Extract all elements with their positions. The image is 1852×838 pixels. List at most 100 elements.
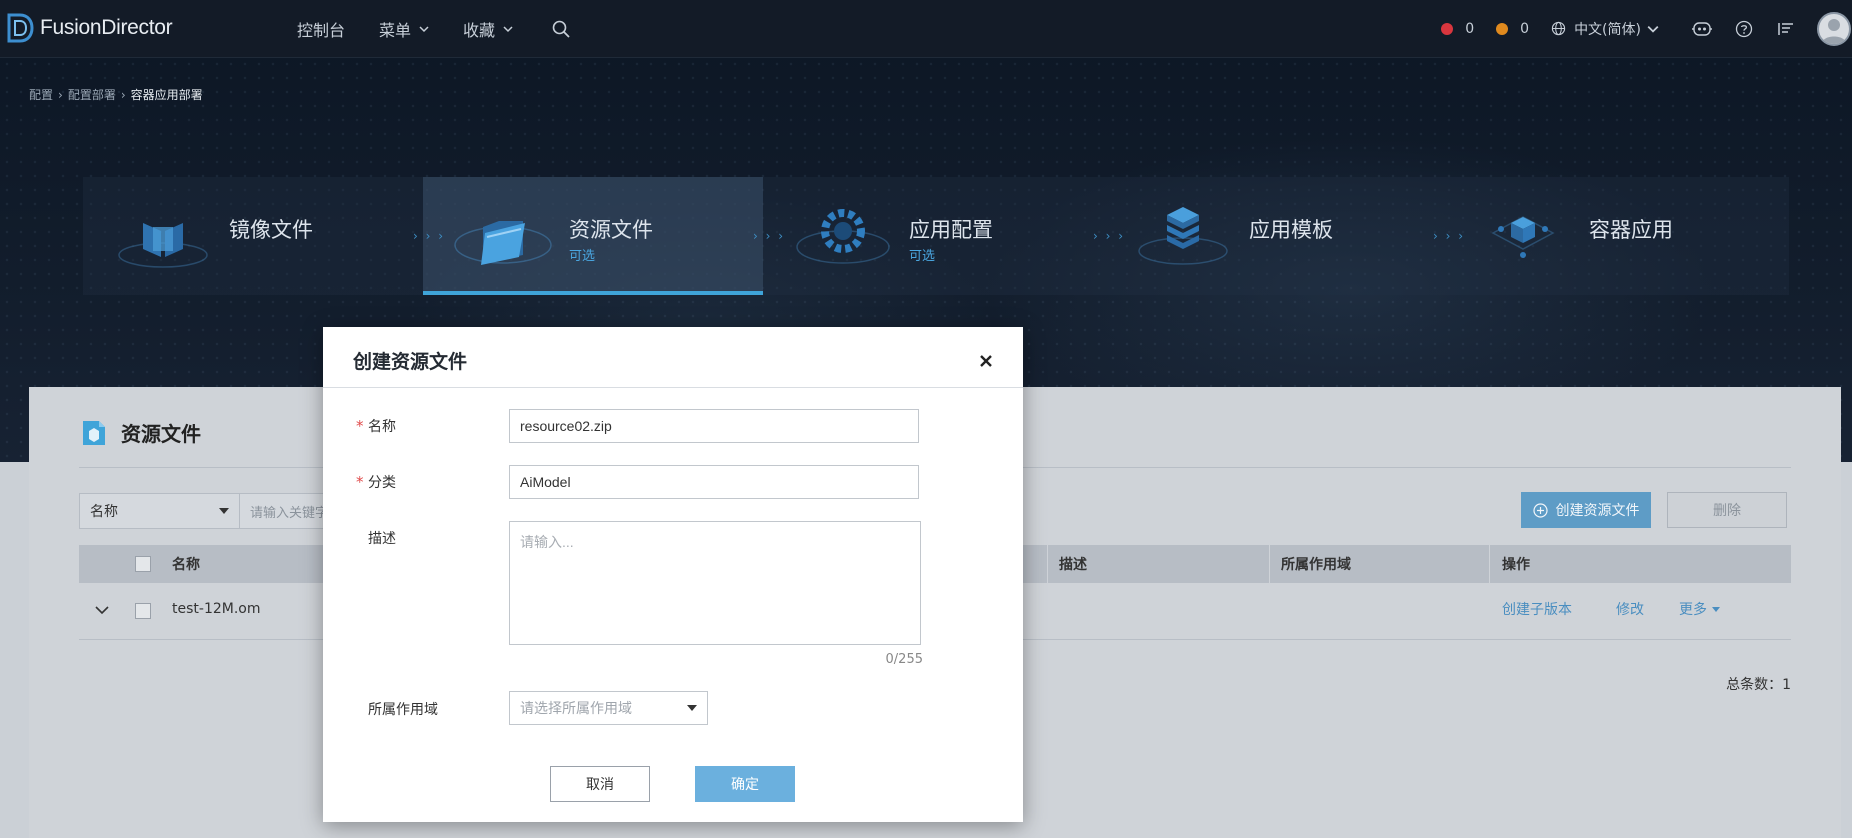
app-name: FusionDirector [40,16,173,39]
fusiondirector-logo-icon [7,13,34,43]
chevron-down-icon [1647,25,1659,33]
step-title: 镜像文件 [229,218,313,242]
select-all-checkbox-cell [135,545,151,583]
nav-menu[interactable]: 菜单 [379,17,429,41]
nav-menu-label: 菜单 [379,20,412,40]
step-arrows: › › › [752,229,785,243]
column-header-scope[interactable]: 所属作用域 [1281,545,1351,583]
step-title: 容器应用 [1589,218,1673,242]
gear-config-icon [796,209,890,264]
row-name: test-12M.om [172,601,261,617]
column-separator [1047,545,1048,583]
expand-chevron-icon[interactable] [95,605,109,615]
step-arrows: › › › [412,229,445,243]
main-nav: 控制台 菜单 收藏 [297,0,571,57]
scope-field-label: 所属作用域 [368,699,438,719]
close-icon[interactable] [979,354,993,368]
total-value: 1 [1782,677,1791,693]
breadcrumb: 配置 › 配置部署 › 容器应用部署 [29,86,203,103]
caret-down-icon [687,705,697,711]
column-header-description[interactable]: 描述 [1059,545,1087,583]
task-list-icon[interactable] [1775,18,1797,40]
total-label: 总条数： [1726,677,1783,693]
top-right-toolbar: 0 0 中文(简体) [1441,0,1852,57]
breadcrumb-separator: › [58,87,63,102]
name-input[interactable] [509,409,919,443]
more-actions-label: 更多 [1679,602,1707,618]
filter-field-select[interactable]: 名称 [80,494,240,528]
modify-link[interactable]: 修改 [1616,599,1644,619]
name-label-text: 名称 [368,419,396,435]
add-circle-icon [1532,502,1548,518]
critical-alarm-indicator[interactable]: 0 [1441,21,1474,37]
step-optional-label: 可选 [569,249,596,264]
category-field-label: * 分类 [356,472,396,492]
chevron-down-icon [419,25,429,32]
help-icon[interactable] [1733,18,1755,40]
row-checkbox[interactable] [135,603,151,619]
user-avatar[interactable] [1817,11,1851,46]
step-app-template[interactable]: 应用模板 › › › [1103,177,1463,295]
nav-favorites-label: 收藏 [463,20,496,40]
step-container-app-text: 容器应用 [1589,217,1673,243]
more-actions-dropdown[interactable]: 更多 [1679,599,1720,619]
create-resource-file-button[interactable]: 创建资源文件 [1521,492,1651,528]
step-image-file[interactable]: 镜像文件 › › › [83,177,443,295]
caret-down-icon [219,508,229,514]
major-alarm-indicator[interactable]: 0 [1496,21,1529,37]
breadcrumb-item-config[interactable]: 配置 [29,86,53,103]
step-title: 资源文件 [569,218,653,242]
name-field-label: * 名称 [356,416,396,436]
search-icon[interactable] [551,19,571,39]
major-alarm-count: 0 [1520,20,1530,37]
create-resource-file-dialog: 创建资源文件 * 名称 * 分类 描述 0/255 所属作用域 请选择所属作用域 [323,327,1023,822]
dialog-title: 创建资源文件 [353,351,468,373]
step-resource-file-text: 资源文件 可选 [569,217,653,264]
description-field-label: 描述 [368,528,396,548]
confirm-button[interactable]: 确定 [695,766,795,802]
column-separator [1489,545,1490,583]
avatar-person-icon [1822,18,1846,44]
major-alarm-icon [1496,22,1509,35]
category-input[interactable] [509,465,919,499]
language-selector[interactable]: 中文(简体) [1551,19,1667,39]
resource-file-icon [454,221,552,265]
breadcrumb-item-config-deploy[interactable]: 配置部署 [68,86,116,103]
deploy-steps: 镜像文件 › › › 资源文件 可选 › › › 应用配置 可选 › › › 应… [83,177,1789,295]
dialog-header: 创建资源文件 [323,327,1023,388]
nav-favorites[interactable]: 收藏 [463,17,513,41]
step-image-file-text: 镜像文件 [229,217,313,243]
cancel-label: 取消 [586,777,614,793]
top-bar: FusionDirector 控制台 菜单 收藏 0 0 中文(简体) [0,0,1852,58]
create-sub-version-link[interactable]: 创建子版本 [1502,599,1572,619]
step-container-app[interactable]: 容器应用 [1443,177,1783,295]
select-all-checkbox[interactable] [135,556,151,572]
scope-label-text: 所属作用域 [368,702,438,718]
breadcrumb-item-current: 容器应用部署 [130,88,203,102]
robot-assistant-icon[interactable] [1691,18,1713,40]
delete-button[interactable]: 删除 [1667,492,1787,528]
step-title: 应用配置 [909,218,993,242]
nav-dashboard[interactable]: 控制台 [297,17,345,41]
required-marker: * [356,417,364,435]
scope-select-placeholder: 请选择所属作用域 [520,701,632,717]
description-textarea[interactable] [509,521,921,645]
container-cube-icon [1491,216,1555,258]
column-header-name[interactable]: 名称 [172,545,200,583]
image-file-icon [118,223,208,268]
step-resource-file[interactable]: 资源文件 可选 › › › [423,177,783,295]
resource-file-icon [83,421,105,445]
create-resource-file-label: 创建资源文件 [1555,503,1640,519]
description-label-text: 描述 [368,531,396,547]
cancel-button[interactable]: 取消 [550,766,650,802]
language-label: 中文(简体) [1574,21,1641,38]
app-logo[interactable]: FusionDirector [6,12,173,44]
panel-header: 资源文件 [81,417,201,447]
step-app-config[interactable]: 应用配置 可选 › › › [763,177,1123,295]
critical-alarm-count: 0 [1465,20,1475,37]
step-arrows: › › › [1092,229,1125,243]
step-title: 应用模板 [1249,218,1333,242]
column-header-actions: 操作 [1502,557,1530,573]
caret-down-icon [1712,606,1720,612]
scope-select[interactable]: 请选择所属作用域 [509,691,708,725]
